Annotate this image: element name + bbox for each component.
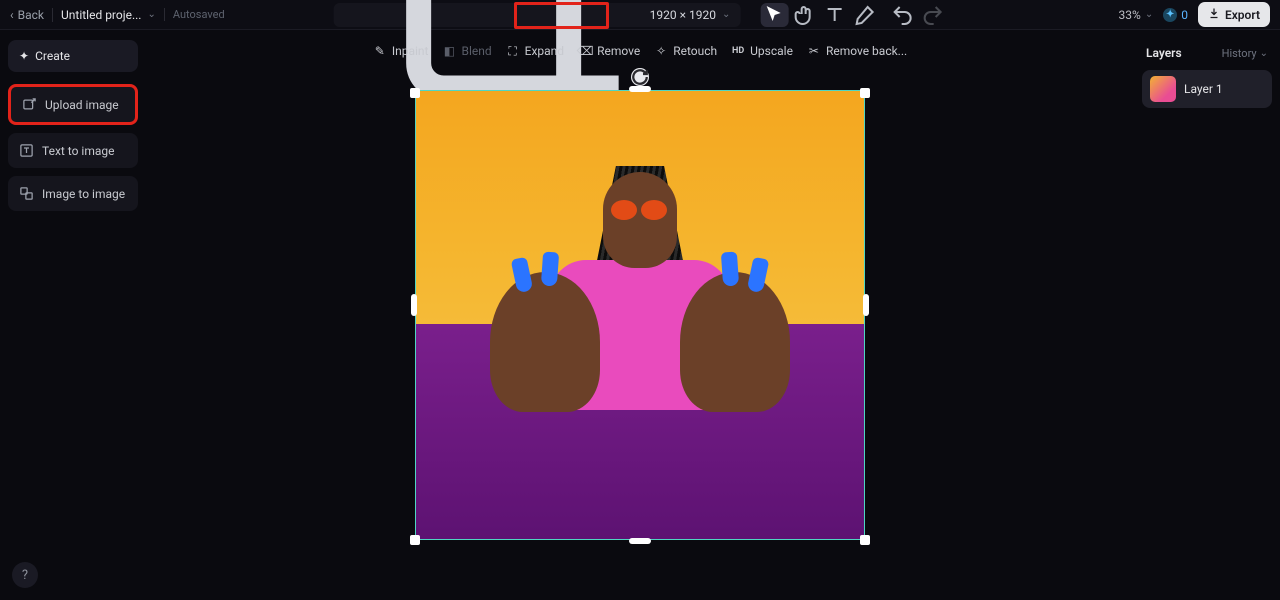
inpaint-button[interactable]: ✎ Inpaint [373, 44, 429, 58]
image-to-image-icon [19, 186, 34, 201]
blend-label: Blend [461, 44, 491, 58]
chevron-down-icon: ⌄ [1145, 9, 1153, 20]
canvas-size-label: 1920 × 1920 [650, 8, 716, 22]
remove-button[interactable]: ⌫ Remove [578, 44, 640, 58]
credit-count: 0 [1181, 8, 1188, 22]
history-label: History [1222, 47, 1257, 60]
upload-image-icon [22, 97, 37, 112]
retouch-icon: ✧ [654, 44, 668, 58]
selection-handle-bottom[interactable] [629, 538, 651, 544]
credit-icon: ✦ [1163, 8, 1177, 22]
undo-button[interactable] [888, 3, 916, 27]
selection-handle-right[interactable] [863, 294, 869, 316]
blend-icon: ◧ [442, 44, 456, 58]
export-button[interactable]: Export [1198, 2, 1270, 27]
inpaint-icon: ✎ [373, 44, 387, 58]
layers-title: Layers [1146, 46, 1182, 60]
text-tool[interactable] [820, 3, 848, 27]
eraser-icon: ⌫ [578, 44, 592, 58]
history-dropdown[interactable]: History⌄ [1222, 47, 1268, 60]
canvas-stage [415, 70, 865, 540]
edit-toolbar: ✎ Inpaint ◧ Blend ⛶ Expand ⌫ Remove ✧ Retouch… [373, 44, 907, 58]
sidebar-item-upload-image[interactable]: Upload image [8, 84, 138, 125]
layer-thumbnail [1150, 76, 1176, 102]
selection-handle-bl[interactable] [410, 535, 420, 545]
scissors-icon: ✂ [807, 44, 821, 58]
back-button[interactable]: ‹ Back [10, 8, 44, 22]
regenerate-button[interactable] [631, 68, 649, 86]
sidebar-item-text-to-image[interactable]: Text to image [8, 133, 138, 168]
canvas-size-button[interactable]: 1920 × 1920 ⌄ [334, 3, 741, 27]
selection-handle-tr[interactable] [860, 88, 870, 98]
text-to-image-icon [19, 143, 34, 158]
layers-panel: Layers History⌄ Layer 1 [1142, 40, 1272, 108]
expand-button[interactable]: ⛶ Expand [506, 44, 564, 58]
remove-label: Remove [597, 44, 640, 58]
selection-handle-top[interactable] [629, 86, 651, 92]
upscale-button[interactable]: HD Upscale [731, 44, 793, 58]
retouch-label: Retouch [673, 44, 717, 58]
selection-handle-tl[interactable] [410, 88, 420, 98]
zoom-value: 33% [1119, 8, 1141, 22]
retouch-button[interactable]: ✧ Retouch [654, 44, 717, 58]
select-tool[interactable] [760, 3, 788, 27]
selection-handle-left[interactable] [411, 294, 417, 316]
left-sidebar: ✦ Create Upload image Text to image Imag… [8, 40, 138, 211]
help-button[interactable]: ? [12, 562, 38, 588]
back-label: Back [18, 8, 44, 22]
removebg-label: Remove back... [826, 44, 907, 58]
layer-name: Layer 1 [1184, 82, 1223, 96]
chevron-down-icon: ⌄ [147, 9, 155, 20]
download-icon [1208, 7, 1220, 22]
hd-icon: HD [731, 44, 745, 58]
sidebar-item-label: Text to image [42, 144, 115, 158]
sidebar-item-image-to-image[interactable]: Image to image [8, 176, 138, 211]
chevron-down-icon: ⌄ [722, 9, 730, 20]
redo-button[interactable] [918, 3, 946, 27]
upscale-label: Upscale [750, 44, 793, 58]
autosave-status: Autosaved [164, 8, 225, 21]
export-label: Export [1225, 8, 1260, 22]
zoom-dropdown[interactable]: 33% ⌄ [1119, 8, 1154, 22]
help-icon: ? [22, 568, 28, 583]
canvas-image[interactable] [415, 90, 865, 540]
sidebar-item-label: Upload image [45, 98, 119, 112]
hand-tool[interactable] [790, 3, 818, 27]
remove-background-button[interactable]: ✂ Remove back... [807, 44, 907, 58]
layer-item[interactable]: Layer 1 [1142, 70, 1272, 108]
expand-label: Expand [525, 44, 564, 58]
sparkle-icon: ✦ [19, 49, 29, 63]
chevron-down-icon: ⌄ [1260, 48, 1268, 59]
blend-button[interactable]: ◧ Blend [442, 44, 491, 58]
chevron-left-icon: ‹ [10, 8, 14, 22]
tool-group [752, 3, 946, 27]
image-subject [510, 172, 770, 412]
credits-indicator[interactable]: ✦ 0 [1163, 8, 1188, 22]
brush-tool[interactable] [850, 3, 878, 27]
project-title: Untitled proje... [61, 8, 141, 22]
project-title-dropdown[interactable]: Untitled proje... ⌄ [52, 8, 156, 22]
selection-handle-br[interactable] [860, 535, 870, 545]
top-bar: ‹ Back Untitled proje... ⌄ Autosaved 192… [0, 0, 1280, 30]
create-label: Create [35, 49, 70, 63]
inpaint-label: Inpaint [392, 44, 429, 58]
sidebar-item-label: Image to image [42, 187, 125, 201]
expand-icon: ⛶ [506, 44, 520, 58]
create-button[interactable]: ✦ Create [8, 40, 138, 72]
